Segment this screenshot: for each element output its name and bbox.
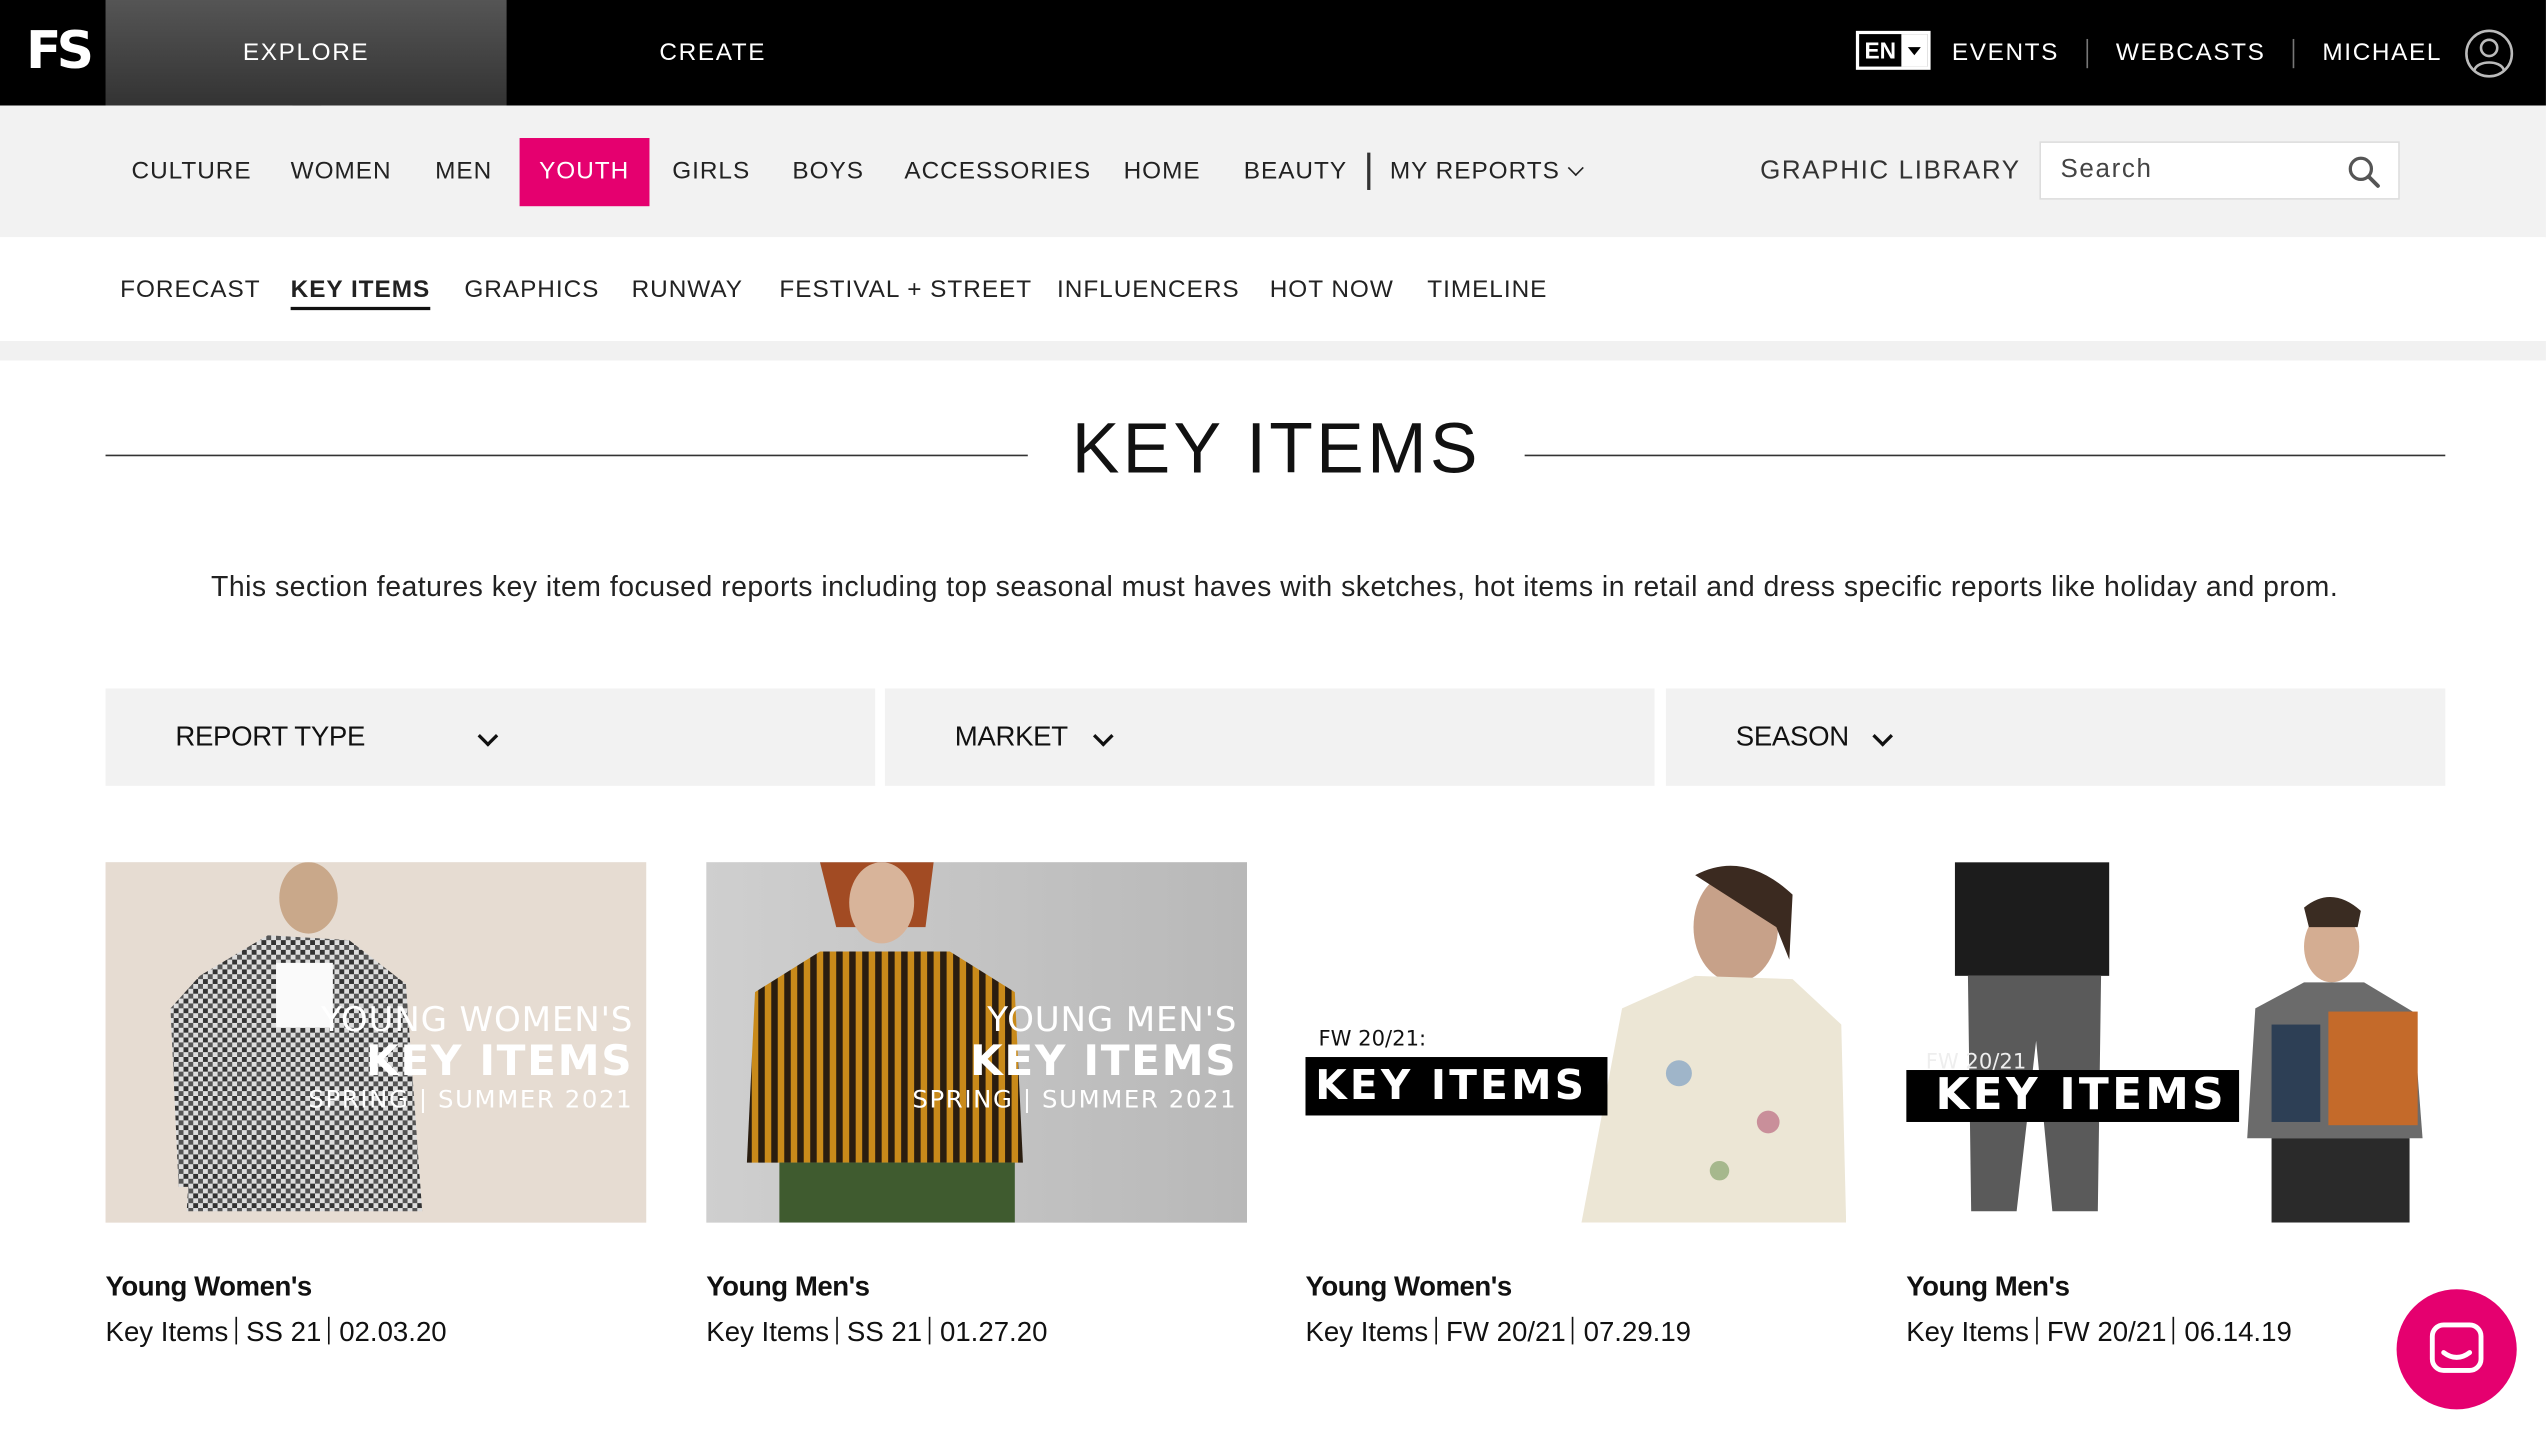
report-date: 01.27.20 xyxy=(939,1316,1048,1348)
report-date: 02.03.20 xyxy=(339,1316,447,1348)
language-dropdown-icon xyxy=(1901,34,1928,67)
report-meta: Key Items FW 20/21 07.29.19 xyxy=(1305,1316,1846,1349)
language-select[interactable]: EN xyxy=(1855,30,1931,70)
filter-label: MARKET xyxy=(954,720,1068,752)
filter-report-type[interactable]: REPORT TYPE xyxy=(105,688,876,786)
subnav-influencers[interactable]: INFLUENCERS xyxy=(1057,276,1240,304)
subnav-festival-street[interactable]: FESTIVAL + STREET xyxy=(779,276,1032,304)
thumbnail-caption: YOUNG WOMEN'S KEY ITEMS SPRING | SUMMER … xyxy=(308,1000,633,1114)
search-icon[interactable] xyxy=(2346,154,2382,190)
nav-beauty[interactable]: BEAUTY xyxy=(1224,138,1366,206)
caption-line: KEY ITEMS xyxy=(366,1037,634,1087)
nav-accessories[interactable]: ACCESSORIES xyxy=(885,138,1111,206)
subnav-hot-now[interactable]: HOT NOW xyxy=(1270,276,1394,304)
report-title[interactable]: Young Women's xyxy=(106,1271,647,1303)
subnav-runway[interactable]: RUNWAY xyxy=(632,276,743,304)
search-box xyxy=(2039,141,2400,200)
nav-youth[interactable]: YOUTH xyxy=(519,138,649,207)
report-title[interactable]: Young Men's xyxy=(1906,1271,2447,1303)
chat-icon xyxy=(2429,1322,2484,1373)
tab-create[interactable]: CREATE xyxy=(507,0,919,106)
report-thumbnail[interactable]: YOUNG MEN'S KEY ITEMS SPRING | SUMMER 20… xyxy=(706,862,1248,1223)
report-season: FW 20/21 xyxy=(1446,1316,1566,1348)
report-type: Key Items xyxy=(105,1316,229,1348)
webcasts-link[interactable]: WEBCASTS xyxy=(2116,39,2266,67)
report-card[interactable]: YOUNG MEN'S KEY ITEMS SPRING | SUMMER 20… xyxy=(706,862,1248,1349)
nav-home[interactable]: HOME xyxy=(1104,138,1220,206)
report-meta: Key Items FW 20/21 06.14.19 xyxy=(1906,1316,2447,1349)
main-nav: CULTURE WOMEN MEN YOUTH GIRLS BOYS ACCES… xyxy=(0,105,2546,239)
divider xyxy=(2086,38,2089,68)
nav-men[interactable]: MEN xyxy=(416,138,512,206)
report-date: 06.14.19 xyxy=(2184,1316,2292,1348)
filter-label: SEASON xyxy=(1735,720,1849,752)
filter-market[interactable]: MARKET xyxy=(884,688,1655,786)
report-type: Key Items xyxy=(706,1316,830,1348)
user-name-link[interactable]: MICHAEL xyxy=(2322,39,2442,67)
report-date: 07.29.19 xyxy=(1583,1316,1692,1348)
tab-explore-label: EXPLORE xyxy=(242,38,370,67)
page-intro: This section features key item focused r… xyxy=(210,569,2339,603)
events-link[interactable]: EVENTS xyxy=(1952,39,2059,67)
nav-girls[interactable]: GIRLS xyxy=(653,138,770,206)
report-card[interactable]: FW 20/21: KEY ITEMS Young Women's Key It… xyxy=(1305,862,1847,1349)
filter-season[interactable]: SEASON xyxy=(1665,688,2446,786)
subnav-graphics[interactable]: GRAPHICS xyxy=(464,276,599,304)
graphic-library-link[interactable]: GRAPHIC LIBRARY xyxy=(1760,138,2021,206)
report-title[interactable]: Young Women's xyxy=(1305,1271,1846,1303)
subnav-timeline[interactable]: TIMELINE xyxy=(1427,276,1547,304)
top-bar: FS EXPLORE CREATE EN EVENTS WEBCASTS MIC… xyxy=(0,0,2546,121)
model-photo-illustration xyxy=(1954,862,2423,1223)
divider xyxy=(2293,38,2295,68)
chevron-down-icon xyxy=(1567,160,1584,177)
report-card[interactable]: YOUNG WOMEN'S KEY ITEMS SPRING | SUMMER … xyxy=(105,862,647,1349)
chevron-down-icon xyxy=(1092,726,1114,747)
report-card[interactable]: FW 20/21 KEY ITEMS Young Men's Key Items… xyxy=(1906,862,2447,1349)
caption-line: SPRING | SUMMER 2021 xyxy=(308,1084,634,1114)
thumbnail-caption: YOUNG MEN'S KEY ITEMS SPRING | SUMMER 20… xyxy=(912,1000,1237,1114)
section-divider xyxy=(0,340,2546,361)
chevron-down-icon xyxy=(1872,726,1894,747)
chat-launcher-button[interactable] xyxy=(2396,1289,2517,1410)
nav-women[interactable]: WOMEN xyxy=(271,138,411,206)
subnav-forecast[interactable]: FORECAST xyxy=(120,276,260,304)
caption-line: SPRING | SUMMER 2021 xyxy=(912,1084,1238,1114)
page-title: KEY ITEMS xyxy=(1071,409,1481,489)
nav-my-reports[interactable]: MY REPORTS xyxy=(1370,138,1600,206)
report-meta: Key Items SS 21 02.03.20 xyxy=(105,1316,647,1349)
report-season: SS 21 xyxy=(246,1316,322,1348)
report-thumbnail[interactable]: YOUNG WOMEN'S KEY ITEMS SPRING | SUMMER … xyxy=(105,862,647,1223)
report-season: FW 20/21 xyxy=(2046,1316,2167,1348)
tab-explore[interactable]: EXPLORE xyxy=(105,0,507,121)
top-links: EVENTS WEBCASTS MICHAEL xyxy=(1952,0,2514,106)
sub-nav: FORECAST KEY ITEMS GRAPHICS RUNWAY FESTI… xyxy=(0,237,2546,341)
caption-line: YOUNG MEN'S xyxy=(987,1000,1238,1040)
nav-culture[interactable]: CULTURE xyxy=(112,138,271,206)
report-title[interactable]: Young Men's xyxy=(706,1271,1247,1303)
report-season: SS 21 xyxy=(846,1316,923,1348)
caption-line: KEY ITEMS xyxy=(970,1037,1238,1087)
report-type: Key Items xyxy=(1305,1316,1429,1348)
caption-line: YOUNG WOMEN'S xyxy=(321,1000,634,1040)
user-avatar-icon[interactable] xyxy=(2465,28,2514,77)
caption-line: KEY ITEMS xyxy=(1305,1057,1608,1116)
caption-line: KEY ITEMS xyxy=(1906,1070,2240,1122)
report-thumbnail[interactable]: FW 20/21 KEY ITEMS xyxy=(1906,862,2447,1223)
fs-logo[interactable]: FS xyxy=(26,23,101,78)
report-thumbnail[interactable]: FW 20/21: KEY ITEMS xyxy=(1305,862,1847,1223)
search-input[interactable] xyxy=(2040,142,2337,199)
nav-boys[interactable]: BOYS xyxy=(773,138,884,206)
heading-rule-right xyxy=(1524,454,2446,457)
tab-create-label: CREATE xyxy=(659,38,767,67)
filter-label: REPORT TYPE xyxy=(175,720,366,752)
subnav-key-items[interactable]: KEY ITEMS xyxy=(290,276,431,311)
language-code: EN xyxy=(1864,37,1897,64)
report-type: Key Items xyxy=(1906,1316,2029,1348)
app-frame: FS EXPLORE CREATE EN EVENTS WEBCASTS MIC… xyxy=(0,0,2546,1439)
my-reports-label: MY REPORTS xyxy=(1389,157,1560,186)
chevron-down-icon xyxy=(477,726,499,747)
heading-rule-left xyxy=(105,454,1028,457)
caption-line: FW 20/21: xyxy=(1318,1027,1427,1053)
report-meta: Key Items SS 21 01.27.20 xyxy=(706,1316,1247,1349)
